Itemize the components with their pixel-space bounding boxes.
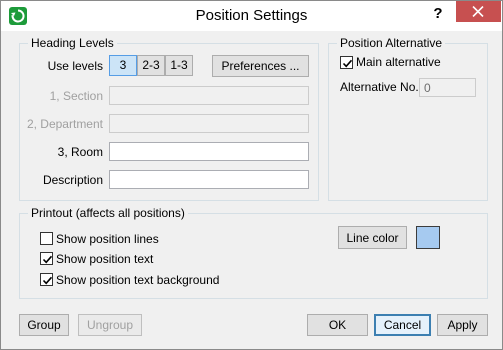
title-bar: Position Settings ? <box>1 1 502 31</box>
group-button[interactable]: Group <box>19 314 69 336</box>
show-position-text-background-checkbox[interactable] <box>40 273 53 286</box>
department-label: 2, Department <box>26 117 103 131</box>
checkmark-icon <box>42 276 53 285</box>
department-input[interactable] <box>110 115 308 132</box>
alternative-no-input[interactable] <box>420 79 475 96</box>
use-levels-label: Use levels <box>47 59 103 73</box>
close-button[interactable] <box>456 1 501 22</box>
show-position-lines-checkbox[interactable] <box>40 232 53 245</box>
main-alternative-checkbox[interactable] <box>340 56 353 69</box>
level-3-button[interactable]: 3 <box>109 55 137 76</box>
window-title: Position Settings <box>195 7 308 24</box>
cancel-button[interactable]: Cancel <box>374 314 431 336</box>
alternative-no-label: Alternative No. <box>340 80 419 94</box>
apply-button[interactable]: Apply <box>437 314 488 336</box>
department-field[interactable] <box>109 114 309 133</box>
heading-levels-title: Heading Levels <box>28 36 117 50</box>
show-position-lines-label: Show position lines <box>56 232 159 246</box>
show-position-text-label: Show position text <box>56 252 154 266</box>
preferences-button[interactable]: Preferences ... <box>212 55 309 77</box>
level-1-3-button[interactable]: 1-3 <box>165 55 193 76</box>
section-field[interactable] <box>109 86 309 105</box>
help-button[interactable]: ? <box>428 4 448 24</box>
line-color-button[interactable]: Line color <box>338 226 407 249</box>
room-input[interactable] <box>110 143 308 160</box>
line-color-swatch[interactable] <box>416 226 440 249</box>
main-alternative-label: Main alternative <box>356 55 441 69</box>
position-settings-dialog: Position Settings ? Heading Levels Use l… <box>0 0 503 350</box>
show-position-text-background-label: Show position text background <box>56 273 220 287</box>
printout-title: Printout (affects all positions) <box>28 206 188 220</box>
level-2-3-button[interactable]: 2-3 <box>137 55 165 76</box>
checkmark-icon <box>342 59 353 68</box>
ok-button[interactable]: OK <box>307 314 368 336</box>
ungroup-button[interactable]: Ungroup <box>78 314 142 336</box>
room-field[interactable] <box>109 142 309 161</box>
show-position-text-checkbox[interactable] <box>40 252 53 265</box>
section-input[interactable] <box>110 87 308 104</box>
description-field[interactable] <box>109 170 309 189</box>
checkmark-icon <box>42 255 53 264</box>
description-label: Description <box>42 173 103 187</box>
section-label: 1, Section <box>49 89 103 103</box>
close-icon <box>472 6 484 17</box>
room-label: 3, Room <box>57 145 103 159</box>
description-input[interactable] <box>110 171 308 188</box>
position-alternative-title: Position Alternative <box>337 36 446 50</box>
alternative-no-field[interactable] <box>419 78 476 97</box>
